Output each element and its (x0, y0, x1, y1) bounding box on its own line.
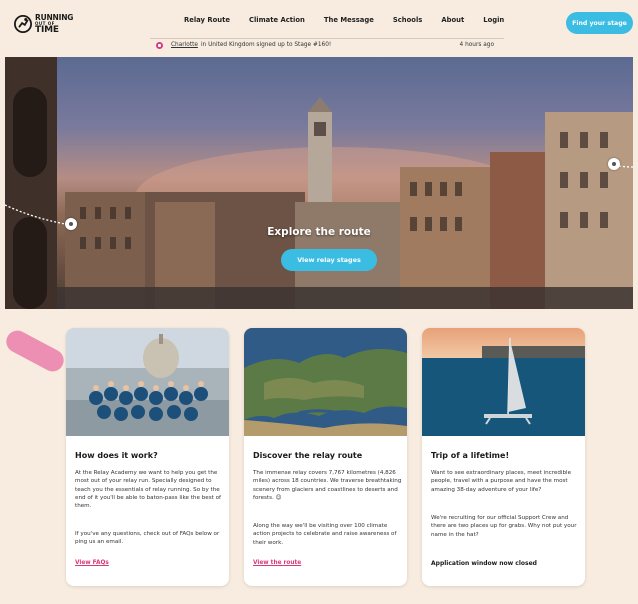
runner-logo-icon (14, 15, 32, 33)
main-nav: Relay Route Climate Action The Message S… (184, 16, 504, 30)
view-the-route-link[interactable]: View the route (253, 560, 301, 566)
nav-relay-route[interactable]: Relay Route (184, 16, 230, 30)
logo-line-1: RUNNING (35, 12, 74, 22)
europe-satellite-map (244, 328, 407, 436)
card-how-it-works: How does it work? At the Relay Academy w… (66, 328, 229, 586)
find-your-stage-button[interactable]: Find your stage (566, 12, 633, 34)
logo-line-3: TIME (35, 24, 59, 35)
card-body: Along the way we'll be visiting over 100… (253, 523, 397, 546)
nav-the-message[interactable]: The Message (324, 16, 374, 30)
nav-climate-action[interactable]: Climate Action (249, 16, 305, 30)
card-body: Want to see extraordinary places, meet i… (431, 470, 572, 493)
sailboat-photo (422, 328, 585, 436)
site-logo[interactable]: RUNNING OUT OF TIME (14, 9, 80, 39)
card-body: At the Relay Academy we want to help you… (75, 470, 221, 510)
signup-ticker: Charlotte in United Kingdom signed up to… (150, 38, 504, 50)
decorative-pink-stroke (2, 326, 68, 376)
route-pin-icon[interactable] (608, 158, 620, 170)
card-body: We're recruiting for our official Suppor… (431, 515, 577, 538)
card-body: If you've any questions, check out of FA… (75, 531, 220, 546)
application-closed-notice: Application window now closed (431, 560, 537, 567)
site-header: RUNNING OUT OF TIME Relay Route Climate … (0, 0, 638, 55)
venice-canal-photo (5, 57, 633, 309)
nav-about[interactable]: About (441, 16, 464, 30)
nav-schools[interactable]: Schools (393, 16, 422, 30)
ticker-runner-name[interactable]: Charlotte (171, 42, 198, 48)
relay-group-photo (66, 328, 229, 436)
view-faqs-link[interactable]: View FAQs (75, 560, 109, 566)
ticker-message: in United Kingdom signed up to Stage #16… (200, 42, 332, 48)
card-trip-of-a-lifetime: Trip of a lifetime! Want to see extraord… (422, 328, 585, 586)
card-title: Discover the relay route (253, 451, 363, 460)
card-body: The immense relay covers 7,767 kilometre… (253, 470, 402, 501)
card-title: Trip of a lifetime! (431, 451, 510, 460)
nav-login[interactable]: Login (483, 16, 504, 30)
hero-title: Explore the route (267, 226, 371, 238)
view-relay-stages-button[interactable]: View relay stages (281, 249, 377, 271)
signup-icon (156, 41, 163, 49)
ticker-timestamp: 4 hours ago (459, 42, 494, 48)
hero-banner: Explore the route View relay stages (5, 57, 633, 309)
card-relay-route: Discover the relay route The immense rel… (244, 328, 407, 586)
card-title: How does it work? (75, 451, 158, 460)
logo-wordmark: RUNNING OUT OF TIME (35, 12, 74, 35)
